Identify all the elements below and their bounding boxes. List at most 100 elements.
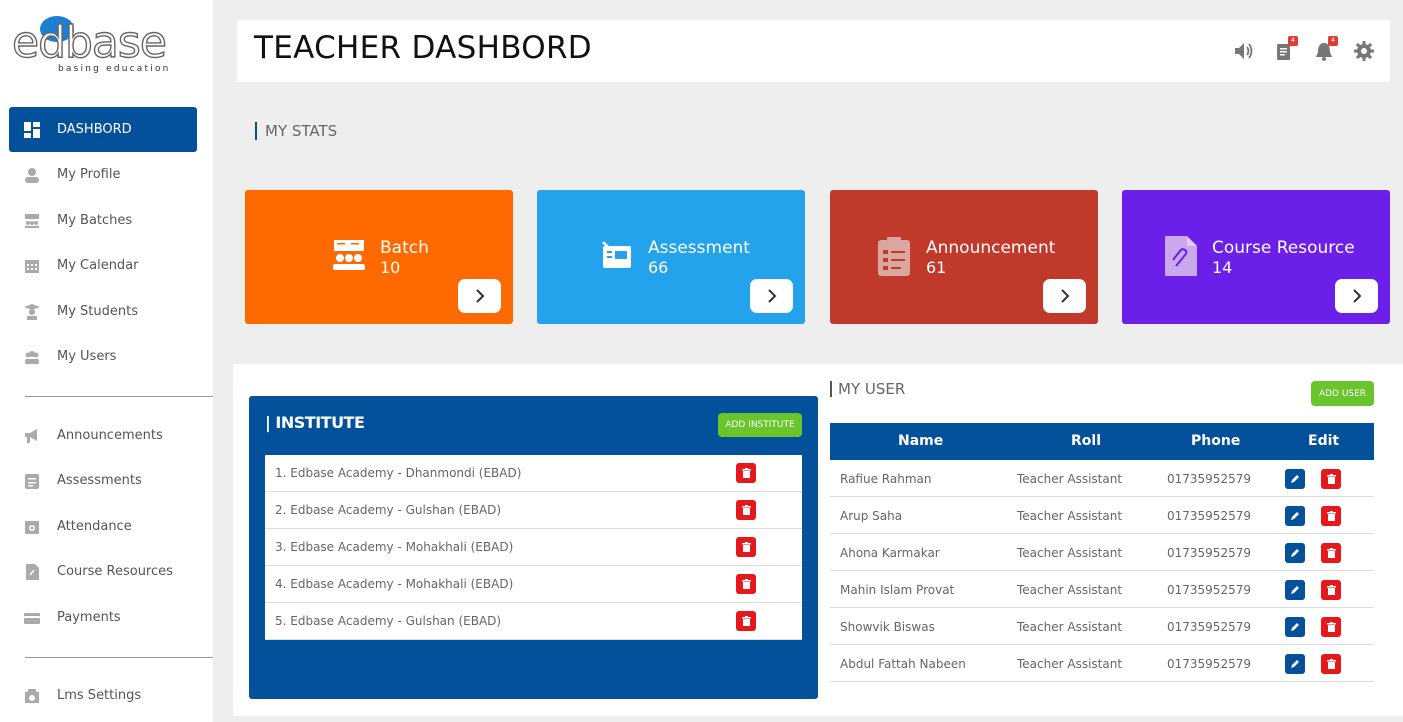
sidebar-item-attendance[interactable]: Attendance <box>9 504 197 549</box>
sidebar-item-my-users[interactable]: My Users <box>9 334 197 379</box>
notes-icon[interactable]: 4 <box>1273 36 1298 62</box>
table-row: Arup Saha Teacher Assistant 01735952579 <box>830 497 1374 534</box>
sidebar-item-dashboard[interactable]: DASHBORD <box>9 107 197 152</box>
delete-button[interactable] <box>1321 580 1341 600</box>
edit-button[interactable] <box>1285 543 1305 563</box>
stat-title: Announcement <box>926 238 1056 258</box>
edit-button[interactable] <box>1285 506 1305 526</box>
pencil-icon <box>1291 475 1299 483</box>
stat-card-announcement: Announcement 61 <box>830 190 1098 324</box>
assessment-open-button[interactable] <box>750 279 793 313</box>
logo-tagline: basing education <box>58 64 171 74</box>
chevron-right-icon <box>1352 289 1361 303</box>
sidebar-item-label: My Calendar <box>57 258 139 273</box>
user-icon <box>24 167 40 183</box>
institute-list: 1. Edbase Academy - Dhanmondi (EBAD) 2. … <box>265 455 802 640</box>
add-institute-button[interactable]: ADD INSTITUTE <box>718 413 802 437</box>
chevron-right-icon <box>767 289 776 303</box>
table-header: Name Roll Phone Edit <box>830 423 1374 460</box>
sidebar-item-label: Announcements <box>57 428 163 443</box>
delete-button[interactable] <box>1321 469 1341 489</box>
sidebar-item-my-batches[interactable]: My Batches <box>9 198 197 243</box>
delete-button[interactable] <box>736 574 756 594</box>
delete-button[interactable] <box>1321 654 1341 674</box>
trash-icon <box>1326 548 1336 558</box>
edit-button[interactable] <box>1285 617 1305 637</box>
batch-open-button[interactable] <box>458 279 501 313</box>
stat-card-batch: Batch 10 <box>245 190 513 324</box>
list-item: 3. Edbase Academy - Mohakhali (EBAD) <box>265 529 802 566</box>
announcement-open-button[interactable] <box>1043 279 1086 313</box>
sidebar: edbase basing education DASHBORD My Prof… <box>0 0 213 722</box>
page-title: TEACHER DASHBORD <box>254 30 592 66</box>
trash-icon <box>1326 659 1336 669</box>
delete-button[interactable] <box>1321 506 1341 526</box>
users-icon <box>24 349 40 365</box>
list-item: 2. Edbase Academy - Gulshan (EBAD) <box>265 492 802 529</box>
volume-icon[interactable] <box>1233 40 1255 62</box>
sidebar-item-label: My Users <box>57 349 117 364</box>
trash-icon <box>1326 585 1336 595</box>
course-resource-card-icon <box>1163 236 1199 276</box>
delete-button[interactable] <box>1321 617 1341 637</box>
trash-icon <box>741 468 751 478</box>
sidebar-item-label: Assessments <box>57 473 142 488</box>
user-roll: Teacher Assistant <box>1017 472 1123 486</box>
sidebar-item-course-resources[interactable]: Course Resources <box>9 549 197 594</box>
delete-button[interactable] <box>736 463 756 483</box>
list-item: 5. Edbase Academy - Gulshan (EBAD) <box>265 603 802 640</box>
chevron-right-icon <box>1060 289 1069 303</box>
user-phone: 01735952579 <box>1167 583 1251 597</box>
batches-icon <box>24 213 40 229</box>
trash-icon <box>741 579 751 589</box>
stat-value: 61 <box>926 258 947 277</box>
edbase-logo[interactable]: edbase basing education <box>11 14 177 76</box>
user-phone: 01735952579 <box>1167 546 1251 560</box>
stat-value: 14 <box>1212 258 1233 277</box>
edit-button[interactable] <box>1285 469 1305 489</box>
sidebar-item-label: Course Resources <box>57 564 173 579</box>
user-roll: Teacher Assistant <box>1017 546 1123 560</box>
list-item: 4. Edbase Academy - Mohakhali (EBAD) <box>265 566 802 603</box>
column-header: Phone <box>1191 433 1241 449</box>
resource-icon <box>24 563 40 580</box>
sidebar-item-lms-settings[interactable]: Lms Settings <box>9 673 197 718</box>
delete-button[interactable] <box>736 611 756 631</box>
user-roll: Teacher Assistant <box>1017 583 1123 597</box>
dashboard-icon <box>24 121 40 138</box>
sidebar-item-payments[interactable]: Payments <box>9 595 197 640</box>
stat-value: 66 <box>648 258 669 277</box>
user-phone: 01735952579 <box>1167 620 1251 634</box>
sidebar-divider <box>25 396 213 397</box>
sidebar-item-my-profile[interactable]: My Profile <box>9 152 197 197</box>
attendance-icon <box>24 519 40 535</box>
add-user-button[interactable]: ADD USER <box>1311 381 1374 406</box>
user-phone: 01735952579 <box>1167 472 1251 486</box>
institute-title: | INSTITUTE <box>265 413 365 432</box>
table-row: Ahona Karmakar Teacher Assistant 0173595… <box>830 534 1374 571</box>
card-icon <box>24 610 40 626</box>
user-name: Abdul Fattah Nabeen <box>840 657 966 671</box>
gear-icon[interactable] <box>1353 40 1375 62</box>
delete-button[interactable] <box>736 537 756 557</box>
delete-button[interactable] <box>1321 543 1341 563</box>
user-roll: Teacher Assistant <box>1017 620 1123 634</box>
edit-button[interactable] <box>1285 654 1305 674</box>
table-row: Showvik Biswas Teacher Assistant 0173595… <box>830 608 1374 645</box>
column-header: Edit <box>1308 433 1340 449</box>
my-stats-label: MY STATS <box>255 122 337 140</box>
trash-icon <box>1326 474 1336 484</box>
sidebar-item-my-calendar[interactable]: My Calendar <box>9 243 197 288</box>
institute-name: 3. Edbase Academy - Mohakhali (EBAD) <box>275 540 514 554</box>
user-name: Ahona Karmakar <box>840 546 940 560</box>
sidebar-item-assessments[interactable]: Assessments <box>9 458 197 503</box>
sidebar-item-announcements[interactable]: Announcements <box>9 413 197 458</box>
institute-name: 4. Edbase Academy - Mohakhali (EBAD) <box>275 577 514 591</box>
edit-button[interactable] <box>1285 580 1305 600</box>
institute-name: 5. Edbase Academy - Gulshan (EBAD) <box>275 614 502 628</box>
bell-icon[interactable]: 4 <box>1313 36 1338 62</box>
course-resource-open-button[interactable] <box>1335 279 1378 313</box>
delete-button[interactable] <box>736 500 756 520</box>
student-icon <box>24 303 40 320</box>
sidebar-item-my-students[interactable]: My Students <box>9 289 197 334</box>
